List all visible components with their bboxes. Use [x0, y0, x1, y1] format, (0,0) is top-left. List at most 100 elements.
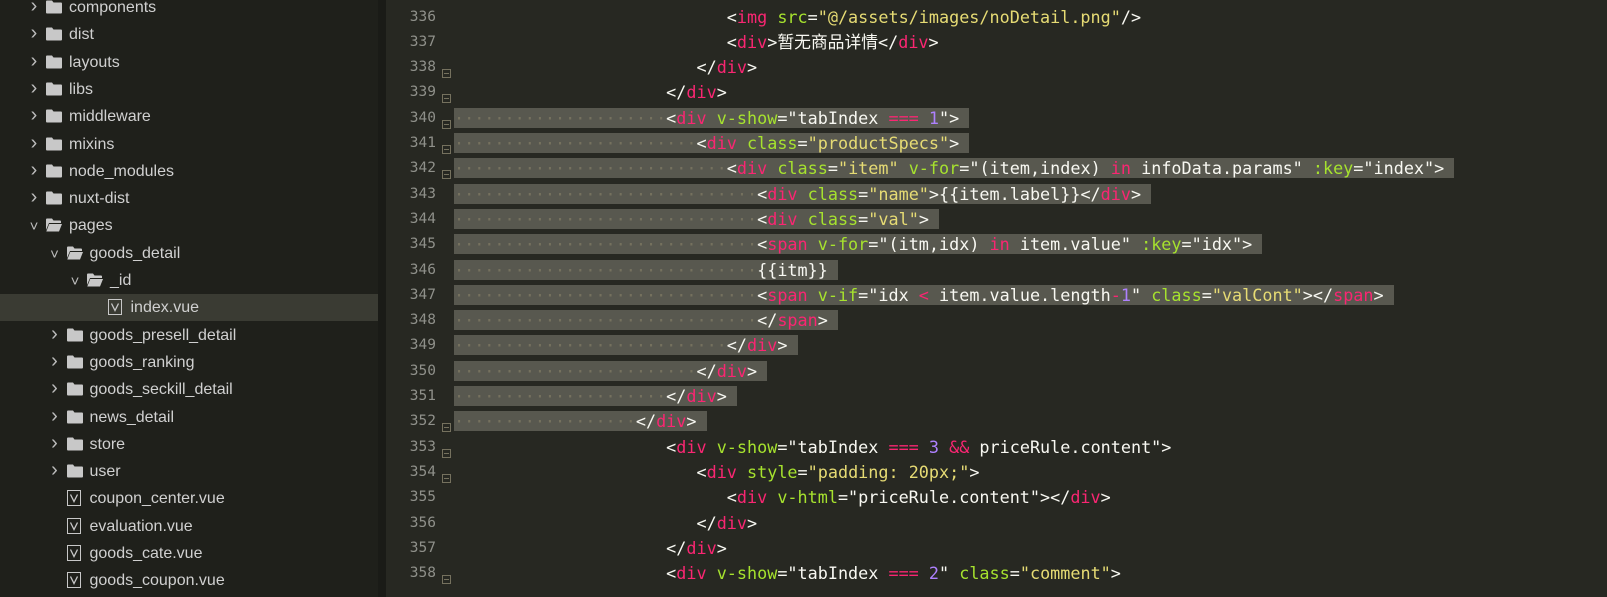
chevron-down-icon[interactable]: ˅	[27, 212, 41, 239]
tree-file-coupon-center-vue[interactable]: coupon_center.vue	[0, 485, 378, 512]
chevron-right-icon[interactable]: ›	[27, 131, 41, 158]
code-line[interactable]: 340 ·····················<div v-show="tab…	[386, 106, 1607, 131]
code-line[interactable]: 355 <div v-html="priceRule.content"></di…	[386, 485, 1607, 510]
fold-marker-icon[interactable]	[442, 443, 451, 458]
tree-folder-goods-seckill-detail[interactable]: › goods_seckill_detail	[0, 376, 378, 403]
tree-folder-node-modules[interactable]: › node_modules	[0, 158, 378, 185]
fold-marker-icon[interactable]	[442, 164, 451, 180]
tree-folder-middleware[interactable]: › middleware	[0, 103, 378, 130]
code-line[interactable]: 352 ··················</div>	[386, 409, 1607, 434]
code-line[interactable]: 350 ························</div>	[386, 359, 1607, 384]
code-text: ···························<div class="i…	[454, 156, 1455, 181]
code-line[interactable]: 349 ···························</div>	[386, 333, 1607, 358]
tree-folder-libs[interactable]: › libs	[0, 76, 378, 103]
code-line[interactable]: 341 ························<div class="p…	[386, 131, 1607, 156]
code-text: <img src="@/assets/images/noDetail.png"/…	[454, 5, 1141, 30]
code-line[interactable]: 351 ·····················</div>	[386, 384, 1607, 409]
tree-folder-goods-detail[interactable]: ˅ goods_detail	[0, 240, 378, 267]
tree-file-evaluation-vue[interactable]: evaluation.vue	[0, 513, 378, 540]
tree-item-label: pages	[69, 217, 113, 235]
tree-file-index-vue[interactable]: index.vue	[0, 294, 378, 322]
code-token: >暂无商品详情</	[767, 31, 899, 52]
code-line[interactable]: 356 </div>	[386, 511, 1607, 536]
chevron-right-icon[interactable]: ›	[48, 322, 62, 349]
code-editor[interactable]: 336 <img src="@/assets/images/noDetail.p…	[386, 0, 1607, 597]
code-text: <div v-show="tabIndex === 3 && priceRule…	[454, 435, 1171, 460]
tree-file-goods-cate-vue[interactable]: goods_cate.vue	[0, 540, 378, 567]
chevron-right-icon[interactable]: ›	[48, 349, 62, 376]
code-line[interactable]: 357 </div>	[386, 536, 1607, 561]
code-line[interactable]: 348 ······························</span>	[386, 308, 1607, 333]
fold-marker-icon[interactable]	[442, 114, 451, 129]
tree-folder-pages[interactable]: ˅ pages	[0, 212, 378, 239]
folder-icon	[46, 164, 62, 178]
code-line[interactable]: 337 <div>暂无商品详情</div>	[386, 30, 1607, 55]
chevron-right-icon[interactable]: ›	[27, 21, 41, 48]
code-line[interactable]: 342 ···························<div class…	[386, 156, 1607, 181]
code-token: <	[726, 487, 737, 508]
chevron-right-icon[interactable]: ›	[48, 404, 62, 431]
code-line[interactable]: 358 <div v-show="tabIndex === 2" class="…	[386, 561, 1607, 586]
code-token: v-show	[716, 563, 778, 584]
chevron-down-icon[interactable]: ˅	[68, 267, 82, 294]
sidebar-divider[interactable]	[378, 0, 386, 597]
chevron-right-icon[interactable]: ›	[27, 49, 41, 76]
code-text: ···························</div>	[454, 333, 798, 358]
tree-folder--id[interactable]: ˅ _id	[0, 267, 378, 294]
tree-folder-goods-ranking[interactable]: › goods_ranking	[0, 349, 378, 376]
chevron-right-icon[interactable]: ›	[48, 431, 62, 458]
chevron-right-icon[interactable]: ›	[27, 158, 41, 185]
fold-marker-icon[interactable]	[442, 417, 451, 433]
chevron-right-icon[interactable]: ›	[27, 76, 41, 103]
tree-file-goods-coupon-vue[interactable]: goods_coupon.vue	[0, 567, 378, 594]
tree-folder-user[interactable]: › user	[0, 458, 378, 485]
code-token: </	[666, 537, 687, 558]
code-text: ······························<span v-if…	[454, 283, 1394, 308]
line-number: 353	[409, 438, 436, 455]
code-token: <	[757, 284, 768, 305]
code-token: 1	[1120, 284, 1131, 305]
code-line[interactable]: 338 </div>	[386, 55, 1607, 80]
file-tree-sidebar[interactable]: › components › dist › layouts › libs › middleware…	[0, 0, 378, 597]
tree-folder-mixins[interactable]: › mixins	[0, 131, 378, 158]
chevron-right-icon[interactable]: ›	[48, 376, 62, 403]
code-token: 2	[928, 563, 939, 584]
tree-folder-store[interactable]: › store	[0, 431, 378, 458]
code-line[interactable]: 336 <img src="@/assets/images/noDetail.p…	[386, 5, 1607, 30]
tree-folder-dist[interactable]: › dist	[0, 21, 378, 48]
fold-marker-icon[interactable]	[442, 63, 451, 79]
tree-item-label: mixins	[69, 135, 115, 153]
tree-folder-news-detail[interactable]: › news_detail	[0, 404, 378, 431]
code-line[interactable]: 347 ······························<span v…	[386, 283, 1607, 308]
tree-folder-goods-presell-detail[interactable]: › goods_presell_detail	[0, 322, 378, 349]
code-text: ······························<div class…	[454, 182, 1152, 207]
code-line[interactable]: 346 ······························{{itm}}	[386, 258, 1607, 283]
tree-item-label: node_modules	[69, 162, 174, 180]
code-line[interactable]: 353 <div v-show="tabIndex === 3 && price…	[386, 435, 1607, 460]
chevron-down-icon[interactable]: ˅	[48, 240, 62, 267]
folder-icon	[66, 355, 83, 369]
chevron-right-icon[interactable]: ›	[27, 103, 41, 130]
chevron-right-icon[interactable]: ›	[27, 185, 41, 212]
tree-folder-layouts[interactable]: › layouts	[0, 49, 378, 76]
line-number: 354	[409, 463, 436, 480]
chevron-right-icon[interactable]: ›	[27, 0, 41, 21]
fold-marker-icon[interactable]	[442, 88, 451, 104]
fold-marker-icon[interactable]	[442, 468, 451, 483]
code-line[interactable]: 345 ······························<span v…	[386, 232, 1607, 257]
code-line[interactable]: 343 ······························<div cl…	[386, 182, 1607, 207]
tree-folder-components[interactable]: › components	[0, 0, 378, 21]
code-token: </	[726, 335, 748, 356]
fold-marker-icon[interactable]	[442, 139, 451, 154]
code-line[interactable]: 354 <div style="padding: 20px;">	[386, 460, 1607, 485]
tree-folder-nuxt-dist[interactable]: › nuxt-dist	[0, 185, 378, 212]
code-line[interactable]: 339 </div>	[386, 80, 1607, 105]
fold-marker-icon[interactable]	[442, 569, 451, 585]
code-token: -	[1110, 284, 1121, 305]
chevron-right-icon[interactable]: ›	[48, 458, 62, 485]
code-line[interactable]: 344 ······························<div cl…	[386, 207, 1607, 232]
